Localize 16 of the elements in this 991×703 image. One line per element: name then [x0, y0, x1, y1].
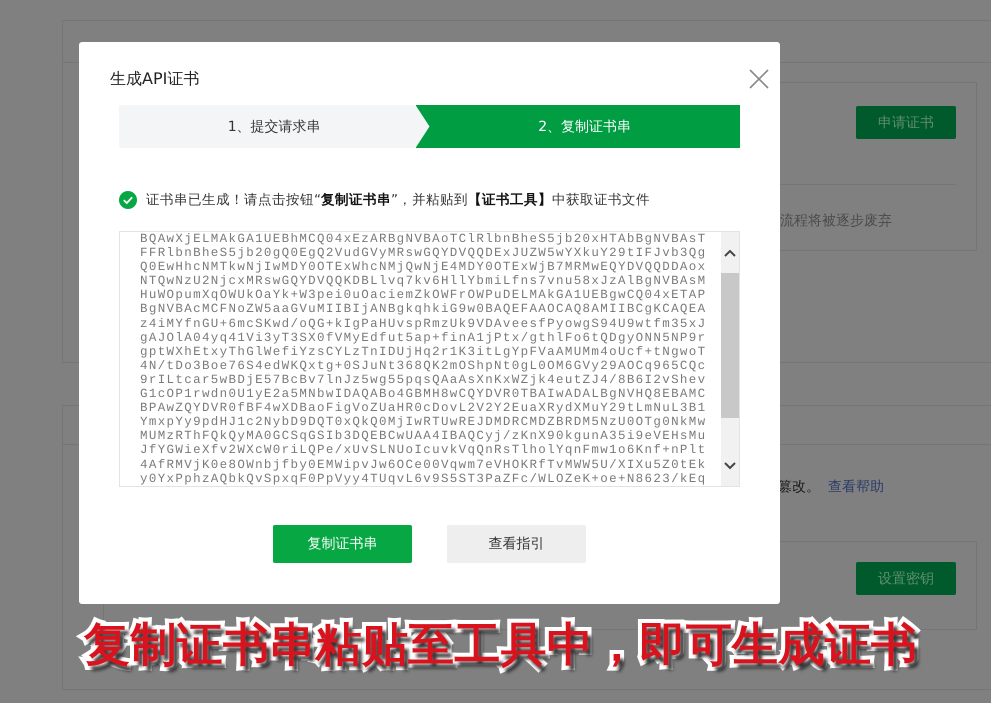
success-check-icon: [119, 191, 137, 209]
copy-button[interactable]: 复制证书串: [273, 525, 412, 563]
scroll-thumb[interactable]: [721, 273, 739, 418]
help-link[interactable]: 查看帮助: [828, 478, 884, 498]
certificate-field[interactable]: BQAwXjELMAkGA1UEBhMCQ04xEzARBgNVBAoTClRlbnBheS5jb20xHTAbBgNVBAsT FFRlbnBheS5jb20gQ0EgQ2VudGVyMRswGQYDVQQDExJUZW5wYXkuY29tIFJvb3Qg Q0EwHhcNMTkwNjIwMDY0OTExWhcNMjQwNjE4MDY0OTExWjB7MRMwEQYDVQQDDAox NTQwNzU2NjcxMRswGQYDVQQKDBLlvq7kv6HllYbmiLfns7vnu58xJzAlBgNVBAsM HuWOpumXqOWUkOaYk+W3pei0uOaciemZkOWFrOWPuDELMAkGA1UEBgwCQ04xETAP BgNVBAcMCFNoZW5aaGVuMIIBIjANBgkqhkiG9w0BAQEFAAOCAQ8AMIIBCgKCAQEA z4iMYfnGU+6mcSKwd/oQG+kIgPaHUvspRmzUk9VDAveesfPyowgS94U9wtfm35xJ gAJOlA04yq41Vi3yT3SX0fVMyEdfut5ap+finA1jPtx/gthlFo6tQDgyONN5NP9r gptWXhEtxyThGlWefiYzsCYLzTnIDUjHq2r1K3itLgYpFVaAMUMm4oUcf+tNgwoT 4N/tDo3Boe76S4edWKQxtg+0SJuNt368QK2mOShpNt0gL0OM6GVy29AOCq965CQc 9rILtcar5wBDjE57BcBv7lnJz5wg55pqsQAaAsXnKxWZjk4eutZJ4/8B6I2vShev G1cOP1rwdn0U1yE2a5MNbwIDAQABo4GBMH8wCQYDVR0TBAIwADALBgNVHQ8EBAMC BPAwZQYDVR0fBF4wXDBaoFigVoZUaHR0cDovL2V2Y2EuaXRydXMuY29tLmNuL3B1 YmxpYy9pdHJ1c2NybD9DQT0xQkQ0MjIwRTUwREJDMDRCMDZBRDM5NzU0OTg0NkMw MUMzRThFQkQyMA0GCSqGSIb3DQEBCwUAA4IBAQCyj/zKnX90kgunA35i9eVEHsMu JfYGWieXfv2WXcW0riLQPe/xUvSLNUoIcuvkVqQnRsTlholYqnFmw1o6Knf+nPlt 4AfRMVjK0e8OWnbjfby0EMWipvJw6OCe00Vqwm7eVHOKRfTvMWW5U/XIXu5Z0tEk y0YxPphzAQbkQvSpxqF0PpVyy4TUqvL6v9S5ST3PaZFc/WLOZeK+oe+N8623/kEq: [119, 231, 740, 487]
step-tab[interactable]: 1、提交请求串: [119, 105, 430, 148]
success-message: 证书串已生成！请点击按钮“复制证书串”，并粘贴到【证书工具】中获取证书文件: [146, 191, 650, 209]
guide-button[interactable]: 查看指引: [447, 525, 586, 563]
close-icon[interactable]: [749, 69, 769, 89]
step-tab[interactable]: 2、复制证书串: [416, 105, 740, 148]
scroll-up-icon[interactable]: [724, 248, 736, 258]
scroll-down-icon[interactable]: [724, 461, 736, 471]
apply-certificate-button[interactable]: 申请证书: [856, 106, 956, 139]
scrollbar[interactable]: [721, 232, 739, 486]
dialog-title: 生成API证书: [110, 68, 200, 90]
set-key-button[interactable]: 设置密钥: [856, 562, 956, 595]
